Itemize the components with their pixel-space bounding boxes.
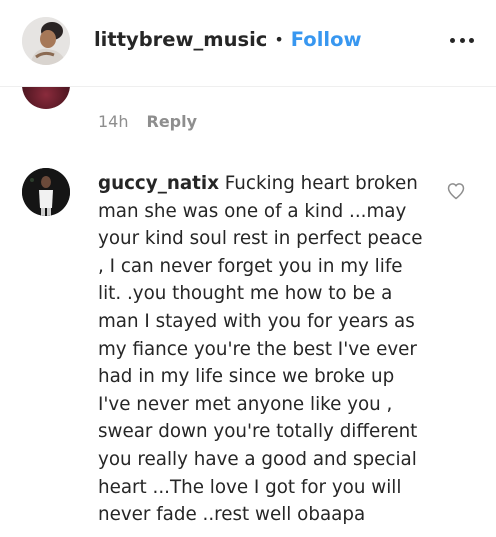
comment-text: Fucking heart broken man she was one of … [98, 173, 423, 526]
poster-username[interactable]: littybrew_music [94, 26, 267, 54]
comment-timestamp: 14h [98, 112, 129, 131]
previous-comment-meta: 14h Reply [98, 112, 197, 131]
dot-icon [450, 37, 455, 43]
commenter-avatar[interactable] [22, 168, 70, 216]
reply-button[interactable]: Reply [147, 112, 198, 131]
follow-button[interactable]: Follow [291, 26, 362, 54]
separator-dot: • [274, 30, 284, 49]
previous-commenter-avatar[interactable] [22, 87, 70, 109]
heart-outline-icon[interactable] [446, 181, 466, 201]
commenter-username[interactable]: guccy_natix [98, 173, 219, 194]
more-options-icon[interactable] [450, 28, 474, 52]
comment-body: guccy_natix Fucking heart broken man she… [98, 170, 430, 529]
header-user-line: littybrew_music • Follow [94, 26, 362, 54]
dot-icon [459, 37, 465, 43]
post-header: littybrew_music • Follow [0, 0, 496, 87]
poster-avatar[interactable] [22, 17, 70, 65]
dot-icon [469, 37, 474, 43]
